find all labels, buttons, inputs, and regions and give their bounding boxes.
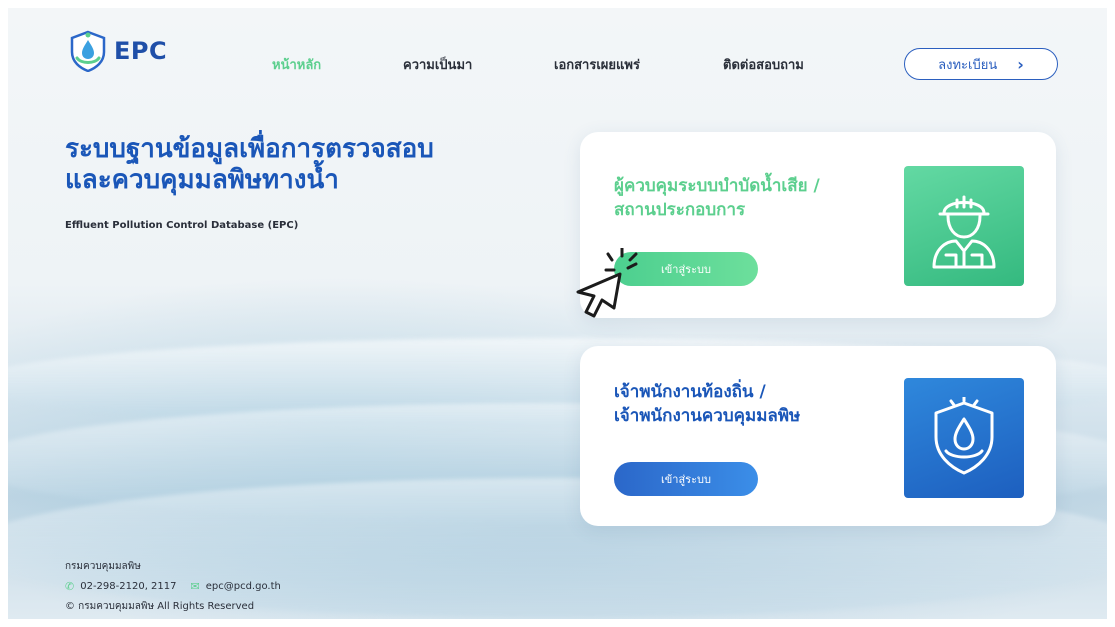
- pointer-cursor-icon: [576, 248, 638, 318]
- page-title-line-2: และควบคุมมลพิษทางน้ำ: [65, 165, 339, 195]
- officer-card-title-line-1: เจ้าพนักงานท้องถิ่น /: [614, 382, 766, 402]
- nav-contact[interactable]: ติดต่อสอบถาม: [723, 54, 804, 75]
- water-shield-icon: [934, 397, 994, 475]
- register-label: ลงทะเบียน: [938, 57, 998, 73]
- nav-about[interactable]: ความเป็นมา: [403, 54, 472, 75]
- mail-icon: ✉: [190, 579, 200, 593]
- nav-documents[interactable]: เอกสารเผยแพร่: [554, 54, 640, 75]
- page-title-line-1: ระบบฐานข้อมูลเพื่อการตรวจสอบ: [65, 134, 434, 164]
- phone-icon: ✆: [65, 579, 75, 593]
- site-footer: กรมควบคุมมลพิษ ✆ 02-298-2120, 2117 ✉ epc…: [65, 556, 281, 616]
- operator-card-title-line-2: สถานประกอบการ: [614, 200, 746, 220]
- footer-copyright: © กรมควบคุมมลพิษ All Rights Reserved: [65, 600, 255, 612]
- officer-login-button[interactable]: เข้าสู่ระบบ: [614, 462, 758, 496]
- chevron-right-icon: ›: [1017, 54, 1024, 74]
- water-shield-icon-tile: [904, 378, 1024, 498]
- epc-logo-icon: [70, 30, 106, 72]
- brand-name: EPC: [114, 37, 168, 65]
- register-button[interactable]: ลงทะเบียน ›: [904, 48, 1058, 80]
- footer-contact-row: ✆ 02-298-2120, 2117 ✉ epc@pcd.go.th: [65, 576, 281, 596]
- officer-card-title: เจ้าพนักงานท้องถิ่น / เจ้าพนักงานควบคุมม…: [614, 380, 800, 428]
- footer-org: กรมควบคุมมลพิษ: [65, 560, 141, 572]
- brand-logo[interactable]: EPC: [68, 30, 167, 72]
- landing-page: EPC หน้าหลัก ความเป็นมา เอกสารเผยแพร่ ติ…: [8, 8, 1107, 619]
- operator-card-title-line-1: ผู้ควบคุมระบบบำบัดน้ำเสีย /: [614, 176, 820, 196]
- worker-icon: [932, 195, 996, 269]
- operator-card-title: ผู้ควบคุมระบบบำบัดน้ำเสีย / สถานประกอบกา…: [614, 174, 820, 222]
- worker-icon-tile: [904, 166, 1024, 286]
- page-subtitle: Effluent Pollution Control Database (EPC…: [65, 220, 299, 231]
- nav-home[interactable]: หน้าหลัก: [272, 54, 321, 75]
- officer-login-card: เจ้าพนักงานท้องถิ่น / เจ้าพนักงานควบคุมม…: [580, 346, 1056, 526]
- page-title: ระบบฐานข้อมูลเพื่อการตรวจสอบ และควบคุมมล…: [65, 134, 525, 196]
- footer-email[interactable]: epc@pcd.go.th: [206, 581, 281, 592]
- footer-phone[interactable]: 02-298-2120, 2117: [80, 581, 176, 592]
- officer-card-title-line-2: เจ้าพนักงานควบคุมมลพิษ: [614, 406, 801, 426]
- operator-login-card: ผู้ควบคุมระบบบำบัดน้ำเสีย / สถานประกอบกา…: [580, 132, 1056, 318]
